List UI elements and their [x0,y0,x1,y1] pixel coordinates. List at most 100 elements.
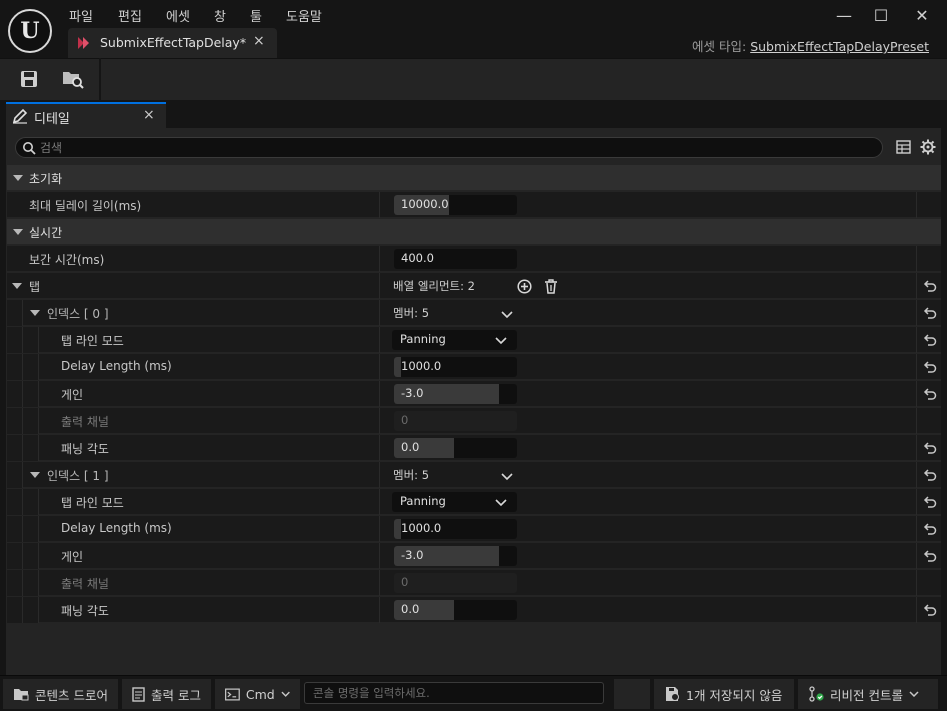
reset-to-default-icon[interactable] [923,387,937,401]
reset-to-default-icon[interactable] [923,495,937,509]
column-divider[interactable] [379,570,380,596]
maximize-button[interactable]: ☐ [869,4,893,26]
reset-to-default-icon[interactable] [923,441,937,455]
menu-asset[interactable]: 에셋 [166,6,190,26]
content-drawer-button[interactable]: 콘텐츠 드로어 [3,679,118,709]
indent-guide [23,543,39,569]
search-input[interactable] [40,139,870,156]
menu-file[interactable]: 파일 [69,6,93,26]
save-icon [21,71,37,87]
category-initialization[interactable]: 초기화 [7,165,941,191]
close-window-button[interactable]: ✕ [910,4,934,26]
cmd-selector[interactable]: Cmd [215,679,300,709]
column-divider[interactable] [379,354,380,380]
column-divider[interactable] [379,597,380,623]
column-divider[interactable] [379,246,380,272]
interp-time-input[interactable]: 400.0 [394,249,517,269]
column-divider[interactable] [379,408,380,434]
menu-window[interactable]: 창 [214,6,226,26]
unreal-logo-icon[interactable]: U [8,9,52,53]
column-divider[interactable] [379,192,380,218]
output-log-button[interactable]: 출력 로그 [122,679,211,709]
menu-tools[interactable]: 툴 [250,6,262,26]
reset-to-default-icon[interactable] [923,360,937,374]
details-tab-close-icon[interactable]: × [143,107,155,123]
unsaved-assets-button[interactable]: 1개 저장되지 않음 [654,679,794,709]
collapse-arrow-icon[interactable] [13,229,23,235]
member-menu-chevron[interactable] [501,470,513,484]
revision-control-icon [809,686,824,702]
trash-icon[interactable] [544,279,558,294]
settings-gear-icon[interactable] [920,139,936,155]
pencil-icon [12,108,28,124]
gain-input[interactable]: -3.0 [394,546,517,566]
property-row-taps[interactable]: 탭 배열 엘리먼트: 2 [7,273,941,299]
dropdown-chevron [495,334,507,348]
category-label: 초기화 [29,172,63,186]
document-tab-close-icon[interactable]: × [253,33,265,49]
document-tab[interactable]: SubmixEffectTapDelay* × [68,28,277,58]
panning-angle-input[interactable]: 0.0 [394,600,517,620]
browse-asset-button[interactable] [60,66,86,92]
reset-to-default-icon[interactable] [923,333,937,347]
collapse-arrow-icon[interactable] [13,175,23,181]
gain-input[interactable]: -3.0 [394,384,517,404]
add-element-icon[interactable] [517,279,532,294]
reset-to-default-icon[interactable] [923,279,937,293]
column-divider[interactable] [379,516,380,542]
revision-control-button[interactable]: 리비전 컨트롤 [798,679,938,709]
menu-help[interactable]: 도움말 [286,6,322,26]
panning-angle-input[interactable]: 0.0 [394,438,517,458]
reset-to-default-icon[interactable] [923,549,937,563]
tap-index-row[interactable]: 인덱스 [ 0 ] 멤버: 5 [7,300,941,326]
dropdown-chevron [495,496,507,510]
field-value: 1000.0 [401,521,442,535]
details-tab[interactable]: 디테일 × [6,102,166,128]
console-input[interactable] [313,685,598,701]
column-divider[interactable] [379,327,380,353]
indent-guide [23,570,39,596]
property-label: 최대 딜레이 길이(ms) [29,199,142,213]
reset-to-default-icon[interactable] [923,522,937,536]
menu-edit[interactable]: 편집 [118,6,142,26]
collapse-arrow-icon[interactable] [30,310,40,316]
indent-guide [7,489,23,515]
tap-line-mode-dropdown[interactable]: Panning [392,492,517,512]
indent-guide [23,327,39,353]
column-divider[interactable] [379,381,380,407]
member-menu-chevron[interactable] [501,308,513,322]
table-view-icon[interactable] [896,140,911,154]
column-divider[interactable] [379,300,380,326]
tap-index-row[interactable]: 인덱스 [ 1 ] 멤버: 5 [7,462,941,488]
max-delay-input[interactable]: 10000.0 [394,195,517,215]
minimize-button[interactable]: — [832,4,856,26]
details-search[interactable] [15,137,883,158]
console-command-field[interactable] [304,682,604,704]
reset-to-default-icon[interactable] [923,603,937,617]
column-divider[interactable] [379,489,380,515]
reset-to-default-icon[interactable] [923,468,937,482]
chevron-down-icon [281,691,290,697]
delay-length-input[interactable]: 1000.0 [394,357,517,377]
chevron-down-icon [495,337,507,345]
property-label: 탭 라인 모드 [61,334,124,348]
save-button[interactable] [16,66,42,92]
property-row-max-delay: 최대 딜레이 길이(ms) 10000.0 [7,192,941,218]
column-divider[interactable] [379,435,380,461]
asset-type-link[interactable]: SubmixEffectTapDelayPreset [750,39,929,54]
column-divider[interactable] [379,273,380,299]
collapse-arrow-icon[interactable] [30,472,40,478]
column-divider[interactable] [379,462,380,488]
delay-length-input[interactable]: 1000.0 [394,519,517,539]
category-realtime[interactable]: 실시간 [7,219,941,245]
collapse-arrow-icon[interactable] [12,283,22,289]
reset-to-default-icon[interactable] [923,306,937,320]
tap-line-mode-dropdown[interactable]: Panning [392,330,517,350]
chevron-down-icon [501,473,513,481]
folder-search-icon [63,72,84,89]
property-row-tap-line-mode: 탭 라인 모드 Panning [7,489,941,515]
indent-guide [23,381,39,407]
unsaved-icon [666,687,679,701]
column-divider [916,543,917,569]
column-divider[interactable] [379,543,380,569]
